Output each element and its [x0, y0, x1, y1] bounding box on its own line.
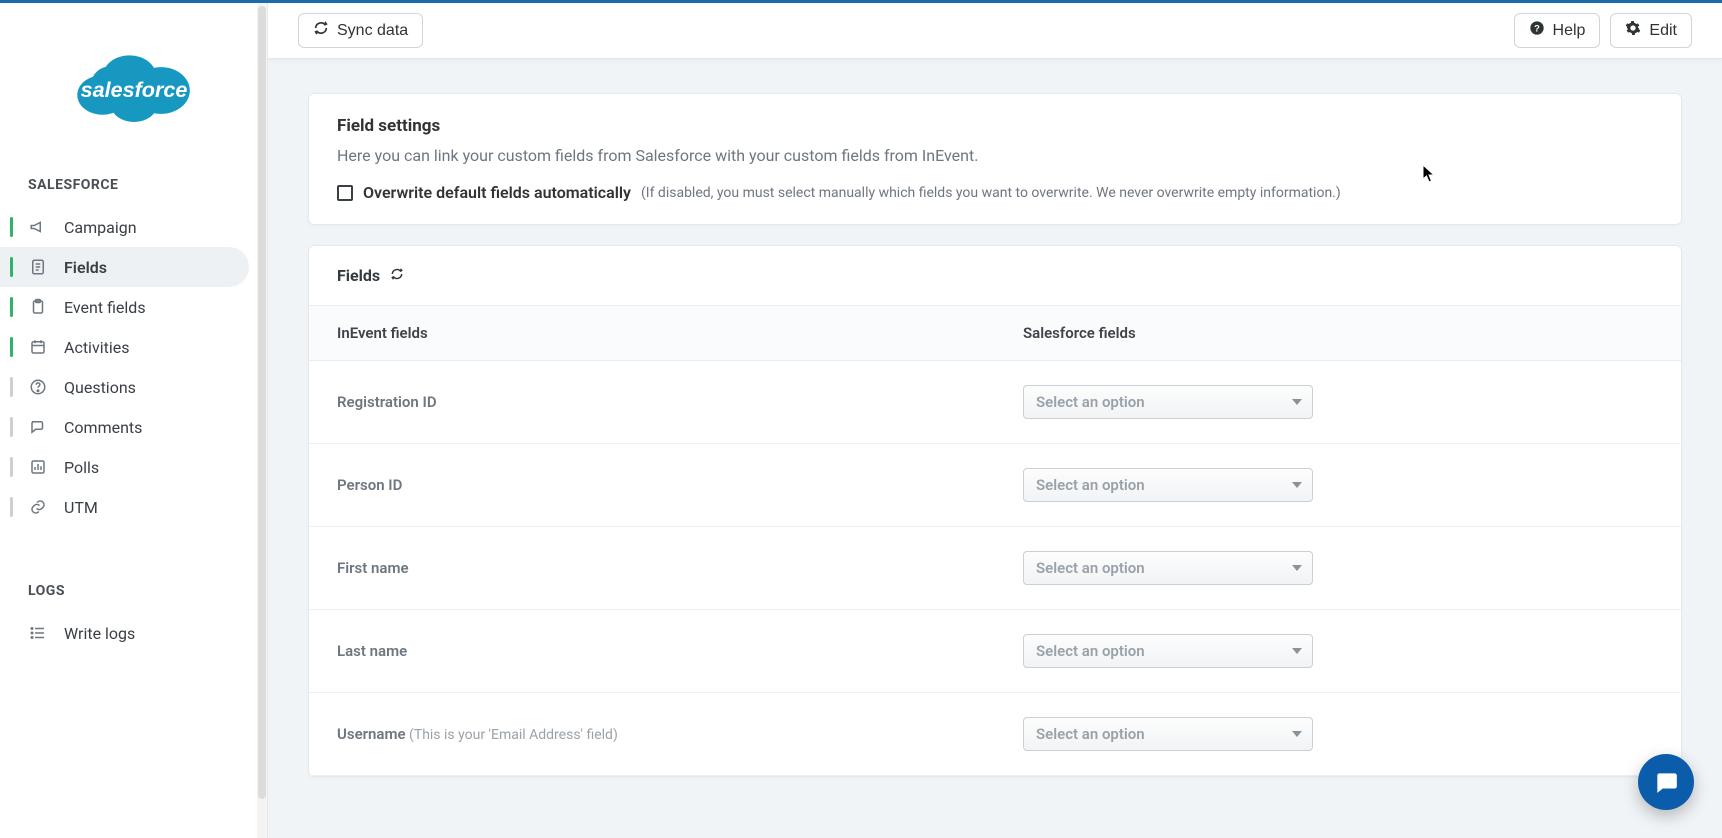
logo-wrap: salesforce: [0, 21, 267, 161]
sidebar-item-label: UTM: [64, 498, 98, 517]
salesforce-field-select[interactable]: Select an option: [1023, 385, 1313, 419]
table-row: Registration ID Select an option: [309, 361, 1681, 444]
field-label-cell: Person ID: [309, 444, 995, 527]
sidebar-item-polls[interactable]: Polls: [0, 447, 249, 487]
comments-icon: [28, 417, 48, 437]
sidebar: salesforce SALESFORCE Campaign Fields: [0, 3, 268, 838]
checkbox-hint: (If disabled, you must select manually w…: [641, 185, 1341, 201]
edit-button[interactable]: Edit: [1610, 13, 1692, 48]
sidebar-item-fields[interactable]: Fields: [0, 247, 249, 287]
fields-header-label: Fields: [337, 266, 380, 285]
salesforce-logo: salesforce: [59, 41, 209, 131]
sidebar-section-salesforce: SALESFORCE: [0, 161, 267, 207]
help-button[interactable]: ? Help: [1514, 13, 1601, 48]
help-circle-icon: ?: [1529, 20, 1545, 41]
sidebar-item-label: Questions: [64, 378, 136, 397]
field-label-cell: Last name: [309, 610, 995, 693]
overwrite-checkbox[interactable]: [337, 185, 353, 201]
sidebar-item-label: Polls: [64, 458, 99, 477]
sidebar-item-campaign[interactable]: Campaign: [0, 207, 249, 247]
checkbox-label: Overwrite default fields automatically: [363, 183, 631, 202]
bar-chart-icon: [28, 457, 48, 477]
field-select-cell: Select an option: [995, 527, 1681, 610]
sidebar-item-comments[interactable]: Comments: [0, 407, 249, 447]
content-area: Sync data ? Help Edit: [268, 3, 1722, 838]
button-label: Edit: [1649, 22, 1677, 40]
list-icon: [28, 623, 48, 643]
table-row: Username (This is your 'Email Address' f…: [309, 693, 1681, 776]
field-select-cell: Select an option: [995, 444, 1681, 527]
megaphone-icon: [28, 217, 48, 237]
fields-table: InEvent fields Salesforce fields Registr…: [309, 305, 1681, 776]
svg-text:?: ?: [1534, 23, 1540, 33]
gear-icon: [1625, 20, 1641, 41]
salesforce-field-select[interactable]: Select an option: [1023, 717, 1313, 751]
sidebar-item-label: Comments: [64, 418, 142, 437]
sidebar-item-label: Write logs: [64, 624, 135, 643]
svg-text:salesforce: salesforce: [80, 77, 187, 102]
salesforce-field-select[interactable]: Select an option: [1023, 551, 1313, 585]
table-row: Last name Select an option: [309, 610, 1681, 693]
fields-table-card: Fields InEvent fields Salesforce fields …: [308, 245, 1682, 777]
sidebar-item-label: Fields: [64, 258, 107, 277]
sidebar-item-utm[interactable]: UTM: [0, 487, 249, 527]
field-label-cell: First name: [309, 527, 995, 610]
sidebar-scrollbar[interactable]: [257, 3, 267, 838]
intercom-chat-button[interactable]: [1638, 754, 1694, 810]
refresh-icon[interactable]: [390, 266, 404, 285]
field-settings-card: Field settings Here you can link your cu…: [308, 93, 1682, 225]
form-icon: [28, 257, 48, 277]
topbar: Sync data ? Help Edit: [268, 3, 1722, 59]
main-scroll-region[interactable]: Field settings Here you can link your cu…: [268, 59, 1722, 838]
column-header-salesforce: Salesforce fields: [995, 306, 1681, 361]
clipboard-icon: [28, 297, 48, 317]
table-row: Person ID Select an option: [309, 444, 1681, 527]
sidebar-item-label: Event fields: [64, 298, 146, 317]
button-label: Sync data: [337, 22, 408, 40]
card-description: Here you can link your custom fields fro…: [337, 146, 1653, 165]
sidebar-item-questions[interactable]: Questions: [0, 367, 249, 407]
field-label-cell: Registration ID: [309, 361, 995, 444]
sync-data-button[interactable]: Sync data: [298, 13, 423, 48]
question-circle-icon: [28, 377, 48, 397]
field-select-cell: Select an option: [995, 693, 1681, 776]
salesforce-field-select[interactable]: Select an option: [1023, 468, 1313, 502]
salesforce-field-select[interactable]: Select an option: [1023, 634, 1313, 668]
sidebar-item-write-logs[interactable]: Write logs: [0, 613, 249, 653]
card-title: Field settings: [337, 116, 1653, 136]
column-header-inevent: InEvent fields: [309, 306, 995, 361]
table-row: First name Select an option: [309, 527, 1681, 610]
button-label: Help: [1553, 22, 1586, 40]
field-select-cell: Select an option: [995, 361, 1681, 444]
sidebar-item-event-fields[interactable]: Event fields: [0, 287, 249, 327]
field-select-cell: Select an option: [995, 610, 1681, 693]
sidebar-item-label: Campaign: [64, 218, 137, 237]
sidebar-item-label: Activities: [64, 338, 129, 357]
field-label-cell: Username (This is your 'Email Address' f…: [309, 693, 995, 776]
sidebar-section-logs: LOGS: [0, 567, 267, 613]
refresh-icon: [313, 20, 329, 41]
calendar-icon: [28, 337, 48, 357]
sidebar-item-activities[interactable]: Activities: [0, 327, 249, 367]
link-icon: [28, 497, 48, 517]
